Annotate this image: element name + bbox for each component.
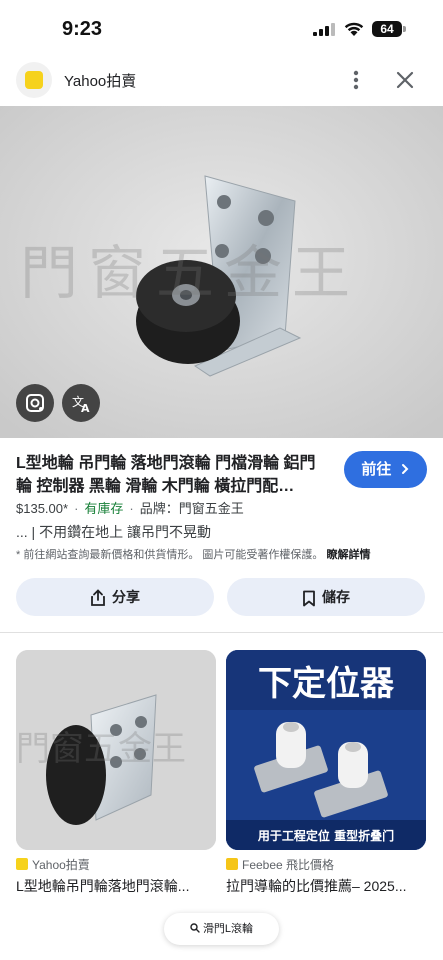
related-card-title[interactable]: 拉門導輪的比價推薦– 2025...	[226, 876, 426, 896]
banner-text: 下定位器	[258, 664, 395, 704]
caption-text: 用于工程定位 重型折叠门	[257, 828, 394, 843]
share-icon	[91, 589, 105, 607]
related-card-image[interactable]: 門窗五金王	[16, 650, 216, 850]
disclaimer-text: * 前往網站查詢最新價格和供貨情形。 圖片可能受著作權保護。	[16, 549, 324, 561]
lens-button[interactable]	[16, 384, 54, 422]
yahoo-source-icon	[16, 858, 28, 870]
disclaimer: * 前往網站查詢最新價格和供貨情形。 圖片可能受著作權保護。 瞭解詳情	[16, 546, 370, 562]
translate-button[interactable]: 文 A	[62, 384, 100, 422]
related-watermark: 門窗五金王	[16, 729, 186, 769]
save-button[interactable]: 儲存	[227, 578, 425, 616]
related-product-photo: 下定位器 用于工程定位 重型折叠门	[226, 650, 426, 850]
save-label: 儲存	[322, 589, 350, 605]
bookmark-icon	[303, 590, 315, 607]
close-icon[interactable]	[394, 69, 416, 91]
cellular-signal-icon	[313, 23, 335, 36]
brand: 品牌：門窗五金王	[139, 501, 244, 516]
svg-text:A: A	[81, 402, 90, 415]
lens-icon	[26, 394, 44, 412]
status-bar: 9:23 64	[0, 0, 443, 56]
search-icon	[190, 923, 200, 933]
translate-icon: 文 A	[72, 394, 90, 415]
site-name[interactable]: Yahoo拍賣	[64, 70, 136, 91]
related-card-source[interactable]: Yahoo拍賣	[16, 856, 90, 873]
price: $135.00*	[16, 501, 69, 516]
product-title[interactable]: L型地輪 吊門輪 落地門滾輪 門檔滑輪 鋁門輪 控制器 黑輪 滑輪 木門輪 橫拉…	[16, 452, 328, 498]
share-label: 分享	[112, 589, 140, 605]
image-watermark: 門窗五金王	[20, 239, 361, 307]
logo-mark	[25, 71, 43, 89]
related-card-source[interactable]: Feebee 飛比價格	[226, 856, 334, 873]
battery-level: 64	[372, 21, 402, 37]
site-header: Yahoo拍賣	[0, 56, 443, 104]
status-time: 9:23	[62, 18, 103, 40]
visit-button-label: 前往	[361, 461, 392, 478]
related-card-image[interactable]: 下定位器 用于工程定位 重型折叠门	[226, 650, 426, 850]
yahoo-auction-logo[interactable]	[16, 62, 52, 98]
related-source-name: Yahoo拍賣	[32, 858, 90, 872]
more-vert-icon[interactable]	[346, 68, 366, 92]
section-divider	[0, 632, 443, 633]
related-source-name: Feebee 飛比價格	[242, 858, 335, 872]
wifi-icon	[344, 22, 364, 36]
search-chip[interactable]: 滑門L滾輪	[164, 913, 279, 945]
related-card-title[interactable]: L型地輪吊門輪落地門滾輪...	[16, 876, 216, 896]
battery-icon: 64	[372, 21, 406, 37]
search-chip-label: 滑門L滾輪	[202, 923, 254, 935]
feebee-source-icon	[226, 858, 238, 870]
chevron-right-icon	[401, 464, 409, 474]
price-line: $135.00* · 有庫存 · 品牌：門窗五金王	[16, 501, 244, 516]
visit-button[interactable]: 前往	[344, 451, 427, 488]
stock-status: 有庫存	[84, 501, 124, 516]
related-product-photo: 門窗五金王	[16, 650, 216, 850]
product-description: ... | 不用鑽在地上 讓吊門不晃動	[16, 524, 211, 540]
share-button[interactable]: 分享	[16, 578, 214, 616]
learn-more-link[interactable]: 瞭解詳情	[326, 549, 370, 561]
